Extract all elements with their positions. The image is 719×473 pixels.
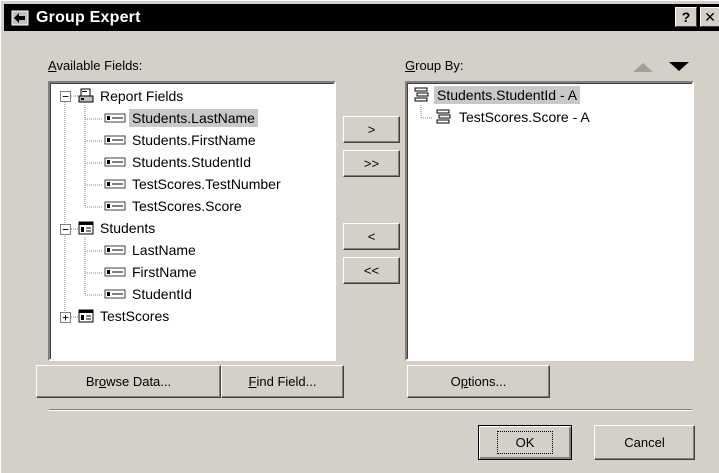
close-button[interactable]: ✕: [700, 7, 719, 27]
move-down-icon[interactable]: [667, 61, 691, 73]
cancel-button[interactable]: Cancel: [594, 425, 695, 460]
ok-button[interactable]: OK: [478, 425, 572, 460]
tree-item-students-lastname[interactable]: Students.LastName: [104, 108, 258, 128]
table-icon: [78, 221, 94, 235]
tree-item-studentid[interactable]: StudentId: [104, 284, 195, 304]
available-fields-tree[interactable]: − − + Report Fields Students.LastName St…: [48, 81, 336, 361]
tree-item-testscores[interactable]: TestScores: [78, 306, 172, 326]
find-field-button[interactable]: Find Field...: [221, 365, 344, 398]
tree-item-students[interactable]: Students: [78, 218, 158, 238]
field-icon: [104, 245, 126, 255]
help-button[interactable]: ?: [675, 7, 697, 27]
report-fields-collapse-toggle[interactable]: −: [60, 91, 71, 102]
add-all-fields-button[interactable]: >>: [343, 150, 400, 177]
tree-item-label: Students.StudentId: [132, 154, 252, 170]
group-item-label: Students.StudentId - A: [434, 86, 581, 104]
group-icon: [436, 109, 451, 124]
tree-item-label: Report Fields: [100, 88, 184, 104]
group-item-label: TestScores.Score - A: [459, 109, 590, 125]
tree-item-firstname[interactable]: FirstName: [104, 262, 200, 282]
tree-item-label: Students: [100, 220, 156, 236]
tree-item-report-fields[interactable]: Report Fields: [78, 86, 186, 106]
app-icon: [11, 10, 29, 25]
window-title: Group Expert: [36, 8, 141, 26]
field-icon: [104, 201, 126, 211]
tree-item-students-studentid[interactable]: Students.StudentId: [104, 152, 254, 172]
tree-item-label: Students.FirstName: [132, 132, 256, 148]
options-button[interactable]: Op tions...: [407, 365, 550, 398]
title-bar[interactable]: Group Expert ? ✕: [4, 4, 719, 31]
group-icon: [414, 87, 429, 102]
tree-item-label: Students.LastName: [129, 109, 258, 127]
remove-field-button[interactable]: <: [343, 223, 400, 250]
tree-item-students-firstname[interactable]: Students.FirstName: [104, 130, 259, 150]
students-collapse-toggle[interactable]: −: [60, 224, 71, 235]
table-icon: [78, 309, 94, 323]
tree-item-label: TestScores.Score: [132, 198, 242, 214]
field-icon: [104, 135, 126, 145]
field-icon: [104, 113, 126, 123]
field-icon: [104, 157, 126, 167]
group-by-label: Group By:: [405, 58, 464, 73]
field-icon: [104, 267, 126, 277]
tree-item-testscores-score[interactable]: TestScores.Score: [104, 196, 245, 216]
tree-item-lastname[interactable]: LastName: [104, 240, 199, 260]
field-icon: [104, 179, 126, 189]
tree-item-testscores-testnumber[interactable]: TestScores.TestNumber: [104, 174, 284, 194]
browse-data-button[interactable]: Br o wse Data...: [36, 365, 221, 398]
field-icon: [104, 289, 126, 299]
group-expert-dialog: Group Expert ? ✕ Available Fields: − − +…: [0, 0, 719, 473]
tree-item-label: StudentId: [132, 286, 192, 302]
tree-item-label: TestScores: [100, 308, 170, 324]
remove-all-fields-button[interactable]: <<: [343, 257, 400, 284]
group-by-list[interactable]: Students.StudentId - A TestScores.Score …: [405, 81, 694, 361]
group-item-studentid[interactable]: Students.StudentId - A: [413, 85, 581, 105]
tree-item-label: TestScores.TestNumber: [132, 176, 281, 192]
tree-item-label: LastName: [132, 242, 196, 258]
tree-item-label: FirstName: [132, 264, 197, 280]
separator: [49, 409, 692, 411]
group-item-score[interactable]: TestScores.Score - A: [435, 107, 593, 127]
report-fields-icon: [78, 88, 94, 103]
available-fields-label: Available Fields:: [48, 58, 143, 73]
move-up-icon[interactable]: [631, 61, 655, 73]
testscores-expand-toggle[interactable]: +: [60, 312, 71, 323]
add-field-button[interactable]: >: [343, 116, 400, 143]
